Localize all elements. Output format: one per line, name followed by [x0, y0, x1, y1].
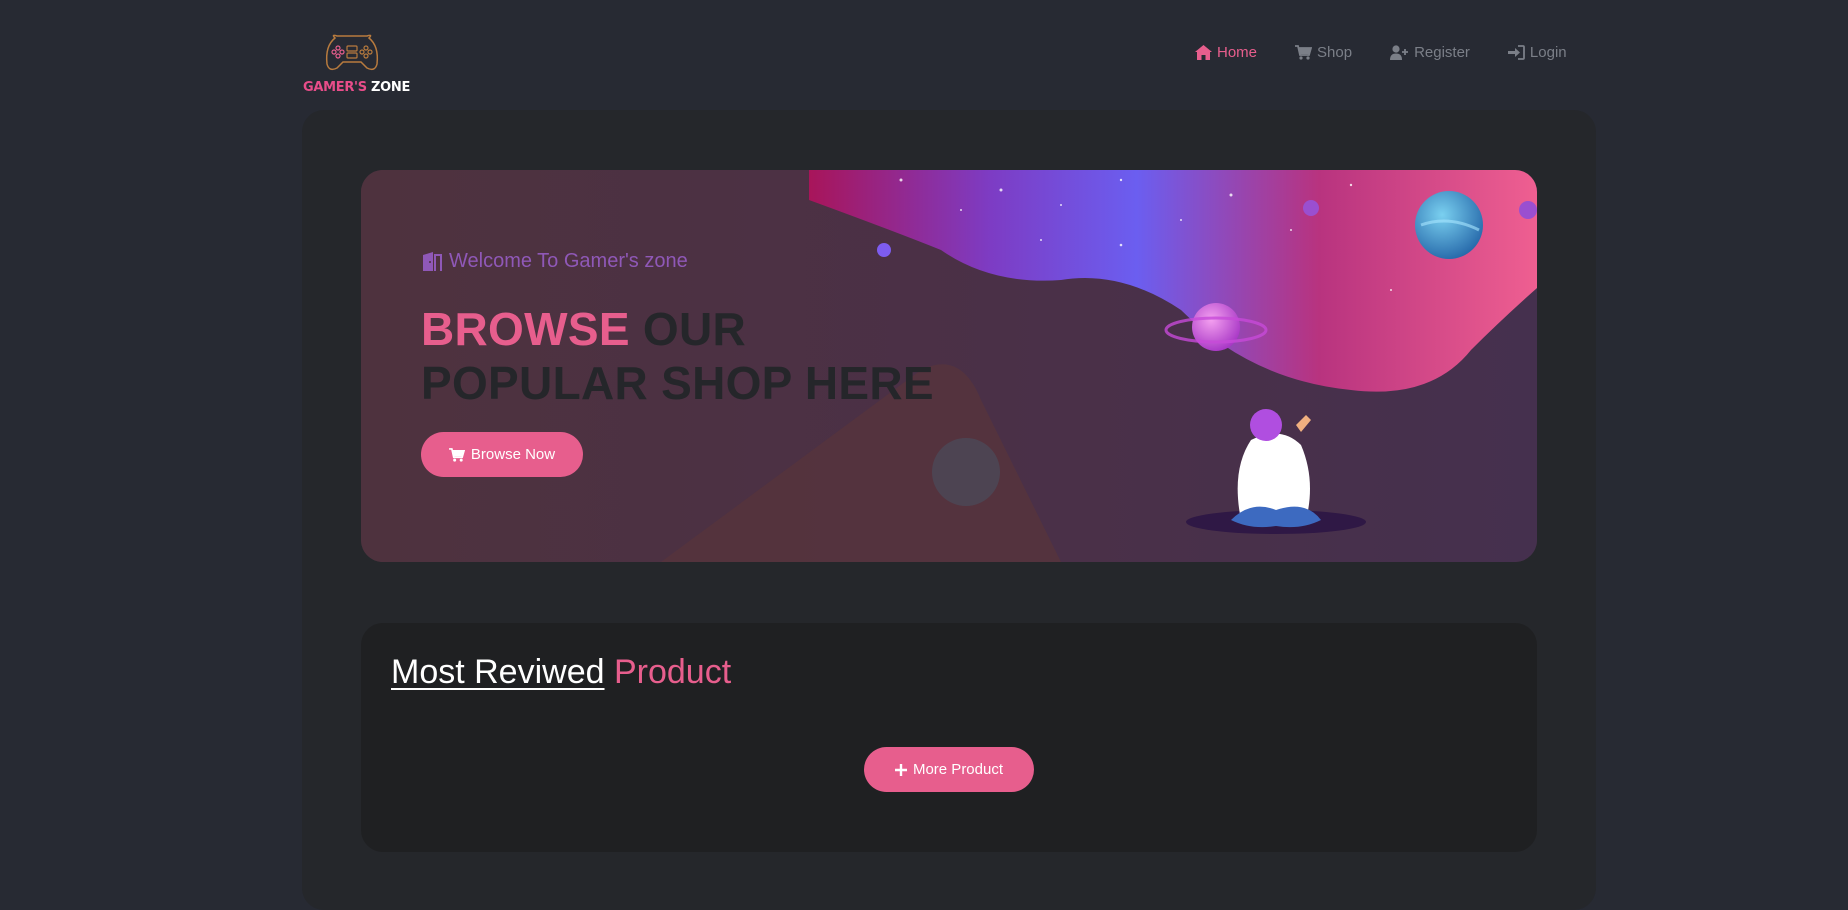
plus-icon: [894, 763, 907, 776]
nav-login[interactable]: Login: [1507, 44, 1567, 61]
more-product-label: More Product: [912, 761, 1004, 778]
section-title-accent: Product: [613, 653, 732, 691]
logo-text-zone: ZONE: [371, 80, 411, 95]
main-nav: Home Shop Register Login: [1195, 44, 1605, 61]
headline-accent: BROWSE: [421, 303, 630, 355]
logo-text: GAMER'S ZONE: [303, 80, 410, 95]
browse-now-label: Browse Now: [470, 446, 556, 463]
logo-text-gamers: GAMER'S: [303, 80, 367, 95]
nav-shop-label: Shop: [1317, 44, 1353, 61]
section-title: Most Reviwed Product: [391, 653, 731, 692]
home-icon: [1195, 45, 1212, 60]
hero-banner: Welcome To Gamer's zone BROWSE OUR POPUL…: [361, 170, 1537, 562]
welcome-line: Welcome To Gamer's zone: [421, 250, 688, 273]
browse-now-button[interactable]: Browse Now: [421, 432, 583, 477]
most-reviewed-section: Most Reviwed Product More Product: [361, 623, 1537, 852]
nav-login-label: Login: [1529, 44, 1567, 61]
section-title-main: Most Reviwed: [391, 653, 605, 691]
welcome-text: Welcome To Gamer's zone: [449, 250, 688, 272]
user-plus-icon: [1390, 45, 1409, 60]
nav-register[interactable]: Register: [1390, 44, 1470, 61]
more-product-button[interactable]: More Product: [864, 747, 1034, 792]
hero-headline: BROWSE OUR POPULAR SHOP HERE: [421, 302, 981, 410]
sign-in-icon: [1507, 45, 1525, 60]
nav-home[interactable]: Home: [1195, 44, 1257, 61]
gamepad-icon: [325, 34, 379, 71]
nav-home-label: Home: [1217, 44, 1258, 61]
nav-shop[interactable]: Shop: [1295, 44, 1352, 61]
cart-icon: [448, 447, 465, 462]
nav-register-label: Register: [1414, 44, 1470, 61]
site-logo[interactable]: GAMER'S ZONE: [303, 30, 410, 100]
door-icon: [423, 251, 442, 271]
cart-icon: [1295, 45, 1313, 60]
site-header: GAMER'S ZONE Home Shop Register Login: [0, 0, 1848, 110]
